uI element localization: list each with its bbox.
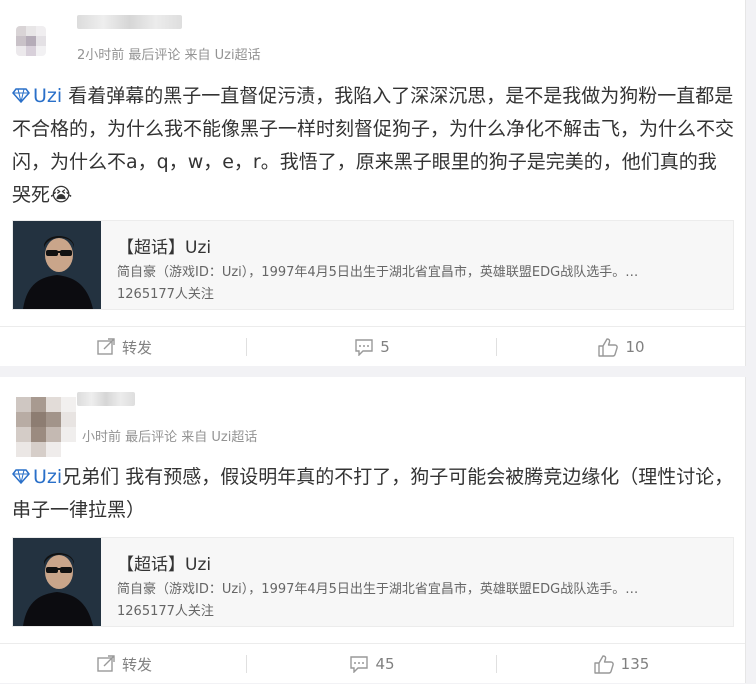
post-card: 小时前 最后评论 来自 Uzi超话 Uzi兄弟们 我有预感，假设明年真的不打了，…: [0, 377, 746, 683]
post-card: 2小时前 最后评论 来自 Uzi超话 Uzi 看着弹幕的黑子一直督促污渍，我陷入…: [0, 0, 746, 366]
like-count: 10: [625, 338, 645, 356]
action-bar: 转发 45 135: [0, 643, 745, 684]
topic-title: 【超话】Uzi: [117, 555, 212, 575]
repost-button[interactable]: 转发: [0, 644, 248, 684]
topic-thumbnail: [13, 538, 101, 626]
comment-count: 5: [380, 338, 390, 356]
topic-card[interactable]: 【超话】Uzi 简自豪（游戏ID：Uzi），1997年4月5日出生于湖北省宜昌市…: [12, 220, 734, 310]
like-icon: [598, 338, 619, 357]
user-avatar[interactable]: [16, 397, 76, 457]
divider: [246, 655, 247, 673]
post-text: Uzi兄弟们 我有预感，假设明年真的不打了，狗子可能会被腾竞边缘化（理性讨论，串…: [12, 461, 734, 527]
topic-followers: 1265177人关注: [117, 287, 214, 302]
post-body: 看着弹幕的黑子一直督促污渍，我陷入了深深沉思，是不是我做为狗粉一直都是不合格的，…: [12, 85, 735, 206]
topic-link[interactable]: Uzi: [12, 466, 62, 488]
diamond-icon: [12, 469, 30, 484]
like-button[interactable]: 135: [497, 644, 745, 684]
comment-icon: [355, 339, 373, 356]
username-blurred[interactable]: [77, 392, 135, 406]
like-count: 135: [620, 655, 650, 673]
username-blurred[interactable]: [77, 15, 182, 29]
crying-emoji: 😭: [50, 184, 73, 206]
repost-button[interactable]: 转发: [0, 327, 248, 367]
repost-label: 转发: [121, 655, 152, 674]
diamond-icon: [12, 88, 30, 103]
topic-title: 【超话】Uzi: [117, 238, 212, 258]
topic-card[interactable]: 【超话】Uzi 简自豪（游戏ID：Uzi），1997年4月5日出生于湖北省宜昌市…: [12, 537, 734, 627]
divider: [246, 338, 247, 356]
topic-followers: 1265177人关注: [117, 604, 214, 619]
like-icon: [593, 655, 614, 674]
repost-icon: [97, 655, 115, 672]
topic-description: 简自豪（游戏ID：Uzi），1997年4月5日出生于湖北省宜昌市，英雄联盟EDG…: [117, 265, 639, 280]
user-avatar[interactable]: [16, 26, 46, 56]
post-meta: 小时前 最后评论 来自 Uzi超话: [82, 430, 258, 445]
post-meta: 2小时前 最后评论 来自 Uzi超话: [77, 48, 261, 63]
topic-thumbnail: [13, 221, 101, 309]
repost-label: 转发: [121, 338, 152, 357]
action-bar: 转发 5 10: [0, 326, 745, 367]
comment-button[interactable]: 5: [248, 327, 496, 367]
post-body: 兄弟们 我有预感，假设明年真的不打了，狗子可能会被腾竞边缘化（理性讨论，串子一律…: [12, 466, 734, 521]
comment-button[interactable]: 45: [248, 644, 496, 684]
topic-description: 简自豪（游戏ID：Uzi），1997年4月5日出生于湖北省宜昌市，英雄联盟EDG…: [117, 582, 639, 597]
topic-link[interactable]: Uzi: [12, 85, 62, 107]
comment-icon: [350, 656, 369, 673]
post-text: Uzi 看着弹幕的黑子一直督促污渍，我陷入了深深沉思，是不是我做为狗粉一直都是不…: [12, 80, 734, 212]
like-button[interactable]: 10: [497, 327, 745, 367]
repost-icon: [97, 338, 115, 355]
comment-count: 45: [375, 655, 395, 673]
